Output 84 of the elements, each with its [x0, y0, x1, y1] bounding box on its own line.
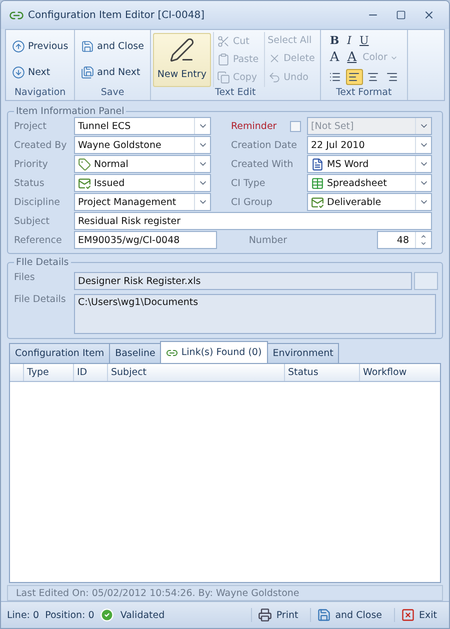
last-edited-text: Last Edited On: 05/02/2012 10:54:26. By: Wayne Goldstone [7, 585, 443, 601]
format-button[interactable]: U [356, 34, 372, 47]
printer-icon [258, 608, 272, 622]
undo-icon [268, 71, 281, 84]
copy-icon [216, 71, 230, 84]
status-button[interactable]: and Close [310, 608, 388, 622]
text-field[interactable]: EM90035/wg/CI-0048 [74, 231, 217, 249]
table-icon [311, 176, 324, 190]
dropdown-field[interactable]: Project Management [74, 193, 211, 211]
column-header[interactable]: ID [73, 364, 107, 381]
envelope-check-icon [311, 196, 324, 208]
ribbon-button[interactable]: Previous [11, 40, 70, 54]
dropdown-field[interactable]: 22 Jul 2010 [307, 136, 432, 154]
ribbon-button[interactable]: and Next [80, 66, 145, 79]
new-entry-button[interactable]: New Entry [152, 33, 211, 87]
dropdown-field[interactable]: Tunnel ECS [74, 117, 211, 135]
file-name-field[interactable]: Designer Risk Register.xls [74, 272, 412, 290]
window-title: Configuration Item Editor [CI-0048] [28, 10, 206, 20]
group-label: Save [100, 87, 126, 100]
dropdown-field[interactable]: Issued [74, 174, 211, 192]
close-icon [401, 608, 415, 622]
field-label: Created With [231, 158, 294, 170]
tab[interactable]: Environment [266, 343, 340, 363]
field-label: Creation Date [231, 140, 297, 150]
field-label: Number [248, 234, 287, 246]
scissors-icon [216, 34, 230, 48]
group-label: Text Format [334, 87, 393, 100]
ribbon-button[interactable]: and Close [80, 40, 145, 54]
tab[interactable]: Link(s) Found (0) [160, 341, 268, 363]
align-button[interactable] [346, 69, 363, 86]
status-button[interactable]: Print [251, 608, 304, 622]
dropdown-field[interactable]: Spreadsheet [307, 174, 432, 192]
number-field[interactable]: 48 [377, 231, 432, 249]
field-label: Subject [14, 216, 51, 226]
check-icon [100, 608, 114, 622]
field-label: Status [14, 178, 46, 188]
tab[interactable]: Baseline [109, 343, 162, 363]
field-label: CI Type [231, 178, 266, 188]
panel-title: Item Information Panel [14, 106, 126, 117]
ribbon-button[interactable]: Next [11, 66, 70, 79]
column-header[interactable]: Workflow [359, 364, 440, 381]
field-label: CI Group [231, 196, 272, 208]
save-icon [317, 608, 332, 622]
field-label: Reminder [231, 120, 277, 132]
field-label: Discipline [14, 196, 61, 208]
format-button[interactable]: A [326, 50, 342, 66]
format-button[interactable]: B [326, 34, 342, 47]
panel-title: FIle Details [14, 257, 71, 268]
text-field[interactable]: Residual Risk register [74, 212, 432, 230]
close-icon [423, 9, 435, 21]
clipboard-icon [216, 52, 230, 66]
envelope-check-icon [78, 176, 91, 190]
validation-status: Validated [120, 610, 165, 620]
dropdown-field[interactable]: Normal [74, 155, 211, 173]
format-button[interactable]: I [344, 34, 354, 47]
field-label: Priority [14, 158, 49, 170]
tab[interactable]: Configuration Item [9, 343, 110, 363]
field-label: Created By [14, 140, 68, 150]
column-header[interactable]: Status [284, 364, 359, 381]
field-label: Project [14, 120, 48, 132]
align-center-icon [367, 71, 380, 84]
document-icon [311, 158, 324, 170]
dropdown-field[interactable]: MS Word [307, 155, 432, 173]
file-details-field[interactable]: C:\Users\wg1\Documents [74, 294, 436, 334]
save-icon [81, 40, 94, 54]
line-indicator: Line: 0 [7, 610, 40, 620]
column-header[interactable]: Type [23, 364, 73, 381]
status-button[interactable]: Exit [394, 608, 443, 622]
save-icon [81, 66, 94, 79]
group-label: Text Edit [214, 87, 257, 100]
column-header[interactable]: Subject [107, 364, 284, 381]
dropdown-field[interactable]: Deliverable [307, 193, 432, 211]
pen-icon [168, 37, 195, 63]
tag-icon [78, 158, 91, 170]
align-left-icon [348, 71, 360, 84]
format-button[interactable]: A [344, 50, 360, 66]
align-right-icon [386, 71, 398, 84]
group-label: Navigation [13, 87, 67, 100]
field-label: File Details [14, 294, 67, 305]
dropdown-field[interactable]: Wayne Goldstone [74, 136, 211, 154]
maximize-icon [396, 10, 406, 20]
position-indicator: Position: 0 [45, 610, 94, 620]
field-label: Files [14, 272, 36, 283]
field-label: Reference [14, 234, 63, 246]
